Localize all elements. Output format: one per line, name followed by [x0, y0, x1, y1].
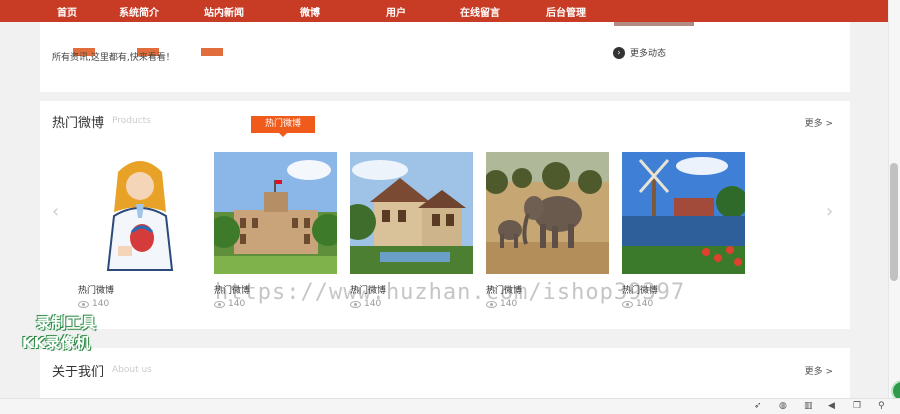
recorder-watermark-line1: 录制工具	[36, 314, 97, 332]
weibo-card[interactable]: 热门微博 140	[486, 152, 609, 309]
view-count: 140	[364, 299, 382, 309]
card-title[interactable]: 热门微博	[350, 283, 473, 296]
speaker-icon[interactable]: ◀	[828, 401, 835, 411]
more-link[interactable]: 更多 >	[805, 364, 833, 377]
news-caption: 所有资讯,这里都有,快来看看！	[52, 53, 175, 63]
nav-item-users[interactable]: 用户	[386, 4, 406, 19]
nav-item-guestbook[interactable]: 在线留言	[460, 4, 500, 19]
chevron-right-circle-icon: ›	[613, 46, 625, 59]
about-panel: 关于我们 About us 更多 >	[40, 348, 850, 398]
nav-item-site-news[interactable]: 站内新闻	[204, 4, 244, 19]
card-views: 140	[486, 299, 609, 309]
weibo-card[interactable]: 热门微博 140	[214, 152, 337, 309]
card-image-doctor[interactable]	[78, 152, 201, 274]
section-subtitle: Products	[112, 116, 151, 126]
nav-item-admin[interactable]: 后台管理	[546, 4, 586, 19]
card-image-windmill[interactable]	[622, 152, 745, 274]
nav-item-system-intro[interactable]: 系统简介	[119, 4, 159, 19]
card-image-villa[interactable]	[350, 152, 473, 274]
carousel-prev-arrow[interactable]: ‹	[52, 201, 59, 222]
scrollbar-thumb[interactable]	[890, 163, 898, 281]
more-link[interactable]: 更多 >	[805, 116, 833, 129]
recorder-watermark-line2: KK录像机	[22, 334, 91, 352]
top-nav: 首页 系统简介 站内新闻 微博 用户 在线留言 后台管理	[0, 0, 888, 22]
news-tag-button[interactable]	[201, 48, 223, 56]
card-title[interactable]: 热门微博	[214, 283, 337, 296]
nav-item-weibo[interactable]: 微博	[300, 4, 320, 19]
more-news-link[interactable]: › 更多动态	[613, 46, 666, 59]
tab-pointer	[279, 133, 287, 137]
card-image-elephants[interactable]	[486, 152, 609, 274]
view-count: 140	[500, 299, 518, 309]
weibo-card[interactable]: 热门微博 140	[622, 152, 745, 309]
eye-icon	[214, 300, 225, 308]
view-count: 140	[636, 299, 654, 309]
card-title[interactable]: 热门微博	[78, 283, 201, 296]
nav-item-home[interactable]: 首页	[57, 4, 77, 19]
card-image-building[interactable]	[214, 152, 337, 274]
card-views: 140	[214, 299, 337, 309]
weibo-card[interactable]: 热门微博 140	[350, 152, 473, 309]
hot-weibo-tab[interactable]: 热门微博	[251, 116, 315, 133]
view-count: 140	[228, 299, 246, 309]
view-count: 140	[92, 299, 110, 309]
eye-icon	[350, 300, 361, 308]
section-subtitle: About us	[112, 365, 152, 375]
eye-icon	[78, 300, 89, 308]
hot-weibo-panel: 热门微博 Products 更多 > 热门微博 ‹ › 热门微博 140 热门微…	[40, 101, 850, 329]
more-news-label: 更多动态	[630, 49, 667, 59]
card-views: 140	[78, 299, 201, 309]
news-thumbnail	[614, 22, 694, 26]
card-title[interactable]: 热门微博	[486, 283, 609, 296]
card-views: 140	[350, 299, 473, 309]
section-title: 关于我们	[52, 365, 105, 380]
weibo-card[interactable]: 热门微博 140	[78, 152, 201, 309]
page-scrollbar[interactable]	[888, 0, 900, 398]
eye-icon	[486, 300, 497, 308]
trash-icon[interactable]: ▥	[804, 401, 813, 411]
card-views: 140	[622, 299, 745, 309]
eye-icon	[622, 300, 633, 308]
globe-icon[interactable]: ◍	[779, 401, 787, 411]
card-title[interactable]: 热门微博	[622, 283, 745, 296]
bottom-toolbar: ➶ ◍ ▥ ◀ ❐ ⚲	[0, 398, 900, 414]
section-title: 热门微博	[52, 116, 105, 131]
rocket-icon[interactable]: ➶	[754, 401, 762, 411]
search-icon[interactable]: ⚲	[878, 401, 885, 411]
carousel-next-arrow[interactable]: ›	[826, 201, 833, 222]
window-icon[interactable]: ❐	[853, 401, 861, 411]
news-panel: 所有资讯,这里都有,快来看看！ › 更多动态	[40, 22, 850, 92]
